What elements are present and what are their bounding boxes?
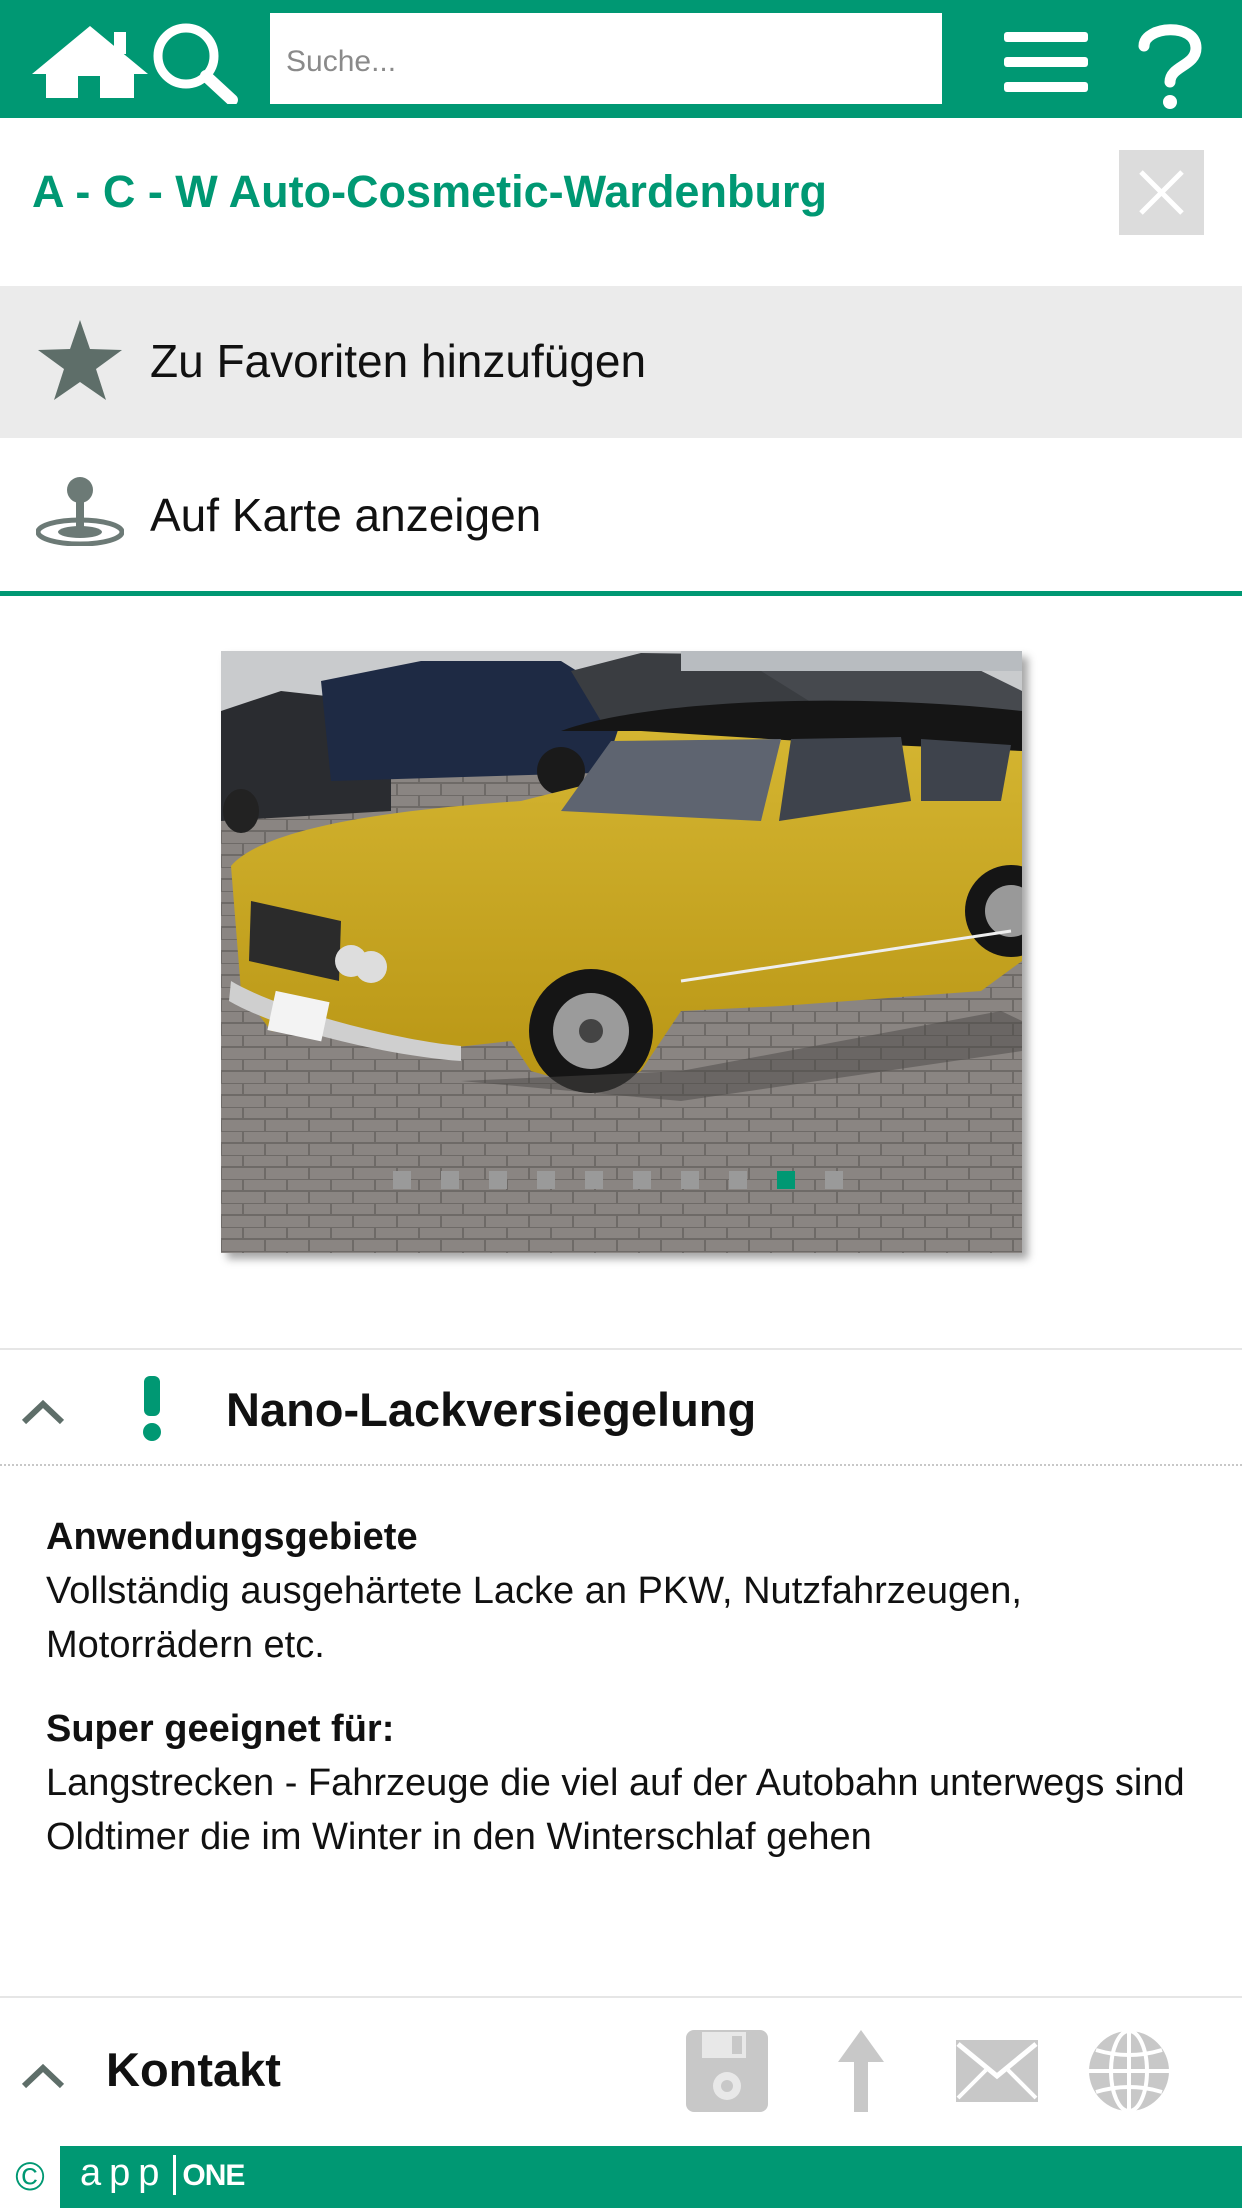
- favorites-label: Zu Favoriten hinzufügen: [150, 335, 647, 387]
- gallery-pagination: [221, 1171, 1022, 1211]
- top-bar: [0, 0, 1242, 118]
- gallery-dot[interactable]: [440, 1171, 459, 1189]
- gallery-dot[interactable]: [584, 1171, 603, 1189]
- content-heading: Super geeignet für:: [46, 1708, 395, 1750]
- footer: © app ONE: [0, 2146, 1242, 2208]
- web-icon[interactable]: [1086, 2028, 1172, 2119]
- map-label: Auf Karte anzeigen: [150, 489, 542, 541]
- search-input[interactable]: [270, 13, 942, 110]
- content-heading: Anwendungsgebiete: [46, 1516, 418, 1558]
- menu-icon[interactable]: [1002, 30, 1090, 94]
- search-icon[interactable]: [150, 22, 240, 106]
- gallery-dot[interactable]: [536, 1171, 555, 1189]
- gallery-dot[interactable]: [728, 1171, 747, 1189]
- content-line: Vollständig ausgehärtete Lacke an PKW, N…: [46, 1570, 1022, 1666]
- section-content: Anwendungsgebiete Vollständig ausgehärte…: [46, 1510, 1206, 1894]
- mail-icon[interactable]: [954, 2038, 1040, 2109]
- brand-separator: [173, 2154, 177, 2195]
- gallery-dot[interactable]: [488, 1171, 507, 1189]
- copyright-symbol: ©: [0, 2146, 60, 2208]
- gallery-dot[interactable]: [680, 1171, 699, 1189]
- chevron-up-icon[interactable]: [20, 1386, 66, 1437]
- add-to-favorites-button[interactable]: Zu Favoriten hinzufügen: [0, 286, 1242, 438]
- brand-left: app: [80, 2152, 168, 2194]
- kontakt-title: Kontakt: [106, 2043, 281, 2096]
- search-underline: [270, 104, 942, 110]
- brand-right: ONE: [182, 2159, 245, 2192]
- gallery-dot[interactable]: [392, 1171, 411, 1189]
- car-photo: [221, 651, 1022, 1253]
- close-icon: [1139, 170, 1184, 215]
- save-icon[interactable]: [684, 2028, 770, 2119]
- show-on-map-button[interactable]: Auf Karte anzeigen: [0, 438, 1242, 596]
- content-block: Super geeignet für: Langstrecken - Fahrz…: [46, 1702, 1206, 1864]
- section-title: Nano-Lackversiegelung: [226, 1383, 757, 1436]
- exclamation-icon: [132, 1374, 172, 1449]
- photo-gallery[interactable]: [221, 651, 1022, 1253]
- gallery-dot[interactable]: [776, 1171, 795, 1189]
- gallery-dot[interactable]: [824, 1171, 843, 1189]
- home-icon[interactable]: [28, 24, 152, 100]
- gallery-dot[interactable]: [632, 1171, 651, 1189]
- content-line: Oldtimer die im Winter in den Winterschl…: [46, 1816, 872, 1858]
- help-icon[interactable]: [1130, 20, 1210, 110]
- page-title: A - C - W Auto-Cosmetic-Wardenburg: [32, 166, 827, 217]
- title-row: A - C - W Auto-Cosmetic-Wardenburg: [0, 118, 1242, 286]
- brand-logo[interactable]: app ONE: [80, 2152, 245, 2195]
- star-icon: [36, 316, 124, 409]
- content-block: Anwendungsgebiete Vollständig ausgehärte…: [46, 1510, 1206, 1672]
- map-pin-icon: [35, 476, 125, 551]
- share-icon[interactable]: [836, 2028, 886, 2119]
- close-button[interactable]: [1119, 150, 1204, 235]
- section-header-kontakt[interactable]: Kontakt: [0, 1996, 1242, 2146]
- section-header-nano[interactable]: Nano-Lackversiegelung: [0, 1348, 1242, 1466]
- chevron-up-icon[interactable]: [20, 2050, 66, 2101]
- content-line: Langstrecken - Fahrzeuge die viel auf de…: [46, 1762, 1185, 1804]
